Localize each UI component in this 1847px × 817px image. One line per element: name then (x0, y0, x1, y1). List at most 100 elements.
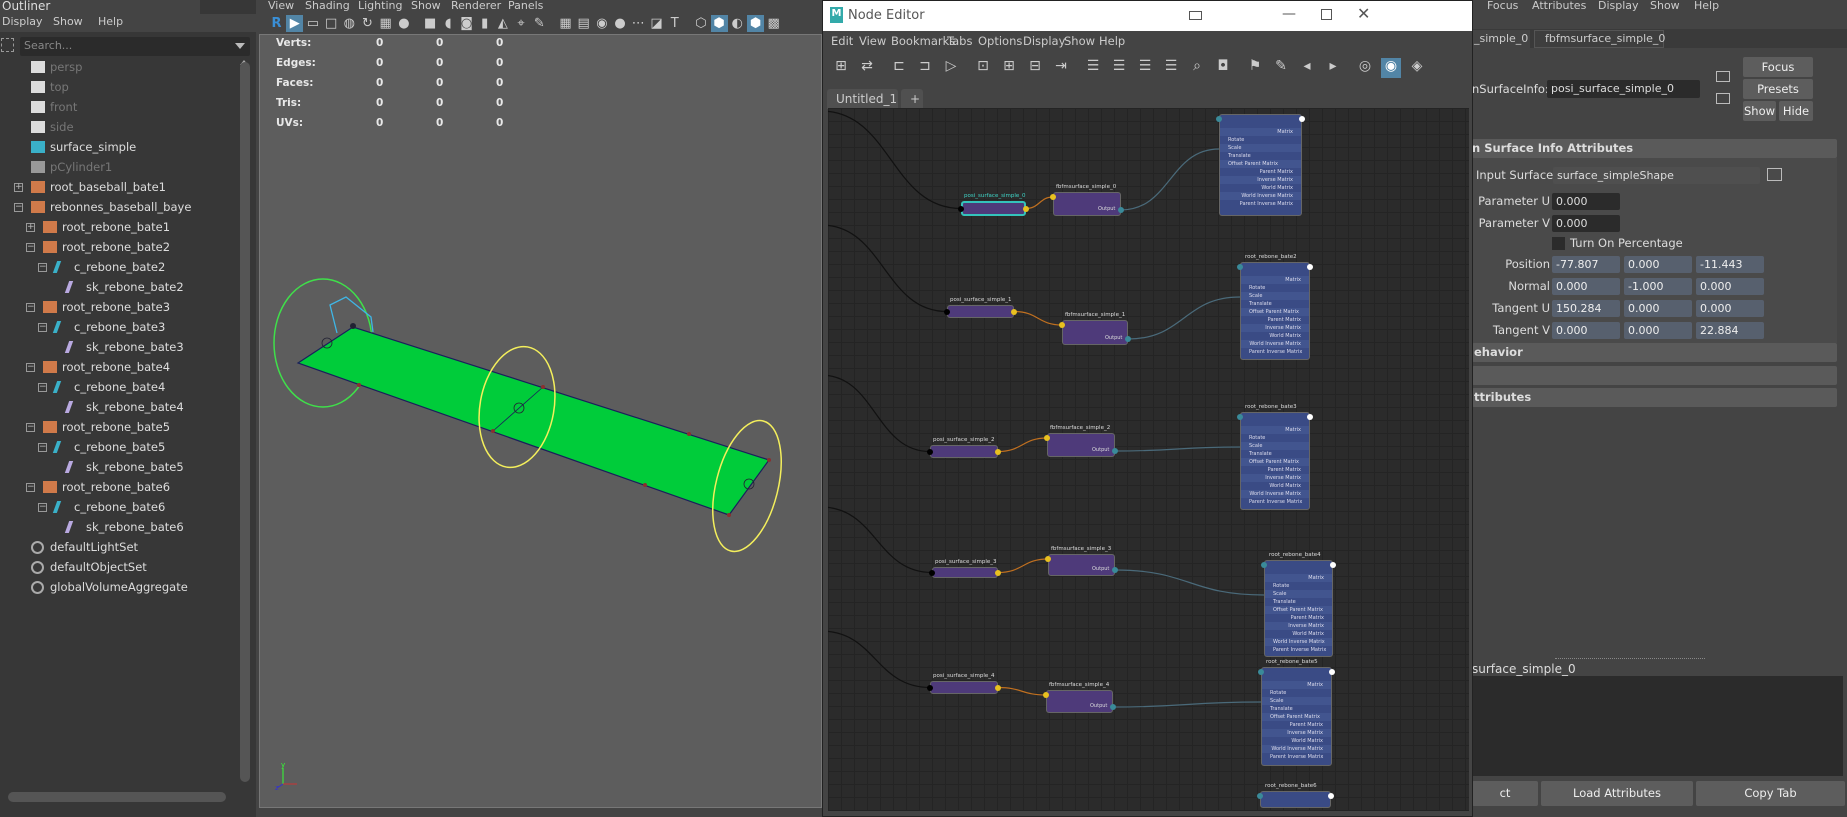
viewport-tool-icon[interactable]: ● (395, 15, 412, 32)
fbfm-node[interactable] (1047, 433, 1115, 457)
node-attribute[interactable]: Rotate (1220, 136, 1301, 144)
collapse-icon[interactable]: − (38, 383, 47, 392)
viewport-tool-icon[interactable]: ◪ (648, 15, 665, 32)
posi-to-fbfm-wire[interactable] (997, 437, 1048, 453)
viewport-tool-icon[interactable]: ⌖ (513, 15, 530, 32)
node-editor-tool-icon[interactable]: ⇥ (1051, 58, 1071, 78)
collapse-icon[interactable]: − (38, 503, 47, 512)
menu-attributes[interactable]: Attributes (1532, 0, 1586, 12)
vector-field[interactable]: 0.000 (1624, 256, 1692, 273)
node-attribute[interactable]: Scale (1241, 292, 1309, 300)
posi-to-fbfm-wire[interactable] (997, 558, 1049, 574)
transform-node[interactable]: Matrix Rotate Scale Translate Offset Parent … (1261, 667, 1332, 766)
node-attribute[interactable]: Inverse Matrix (1241, 324, 1309, 332)
menu-view[interactable]: View (268, 0, 294, 12)
transform-node[interactable] (1260, 791, 1331, 808)
viewport-tool-icon[interactable]: ● (612, 15, 629, 32)
section-collapsed[interactable] (1472, 366, 1837, 385)
viewport-tool-icon[interactable]: ⬢ (710, 15, 728, 32)
input-wire[interactable] (828, 630, 931, 689)
node-editor-titlebar[interactable]: M Node Editor — ✕ (823, 1, 1472, 31)
fbfm-node[interactable] (1053, 192, 1121, 216)
collapse-icon[interactable]: − (26, 363, 35, 372)
menu-panels[interactable]: Panels (508, 0, 543, 12)
node-attribute[interactable]: World Matrix (1265, 630, 1332, 638)
outliner-item[interactable]: persp (50, 57, 82, 77)
menu-help[interactable]: Help (98, 15, 123, 28)
turn-on-percentage-checkbox[interactable] (1552, 237, 1565, 250)
node-attribute[interactable]: Translate (1220, 152, 1301, 160)
maximize-button[interactable] (1321, 9, 1332, 20)
outliner-vertical-scrollbar[interactable] (240, 62, 250, 782)
fbfm-output-port[interactable] (1110, 704, 1116, 710)
posi-to-fbfm-wire[interactable] (1013, 310, 1063, 326)
node-editor-tool-icon[interactable]: ◉ (1381, 58, 1401, 78)
vector-field[interactable]: -11.443 (1696, 256, 1764, 273)
node-attribute[interactable]: Rotate (1262, 689, 1331, 697)
outliner-item[interactable]: side (50, 117, 74, 137)
fbfm-to-root-wire[interactable] (1127, 296, 1241, 340)
expand-icon[interactable]: + (26, 223, 35, 232)
collapse-icon[interactable]: − (26, 483, 35, 492)
posi-node[interactable] (930, 681, 998, 694)
notes-textarea[interactable] (1472, 676, 1843, 776)
outliner-item[interactable]: sk_rebone_bate2 (86, 277, 184, 297)
viewport-tool-icon[interactable]: ⬡ (692, 15, 709, 32)
outliner-item[interactable]: root_rebone_bate6 (62, 477, 170, 497)
node-attribute[interactable]: Rotate (1265, 582, 1332, 590)
outliner-item[interactable]: pCylinder1 (50, 157, 112, 177)
node-attribute[interactable]: World Matrix (1262, 737, 1331, 745)
expand-icon[interactable]: + (14, 183, 23, 192)
node-attribute[interactable]: Parent Matrix (1241, 316, 1309, 324)
menu-show[interactable]: Show (1650, 0, 1680, 12)
fbfm-to-root-wire[interactable] (1120, 148, 1220, 211)
node-attribute[interactable]: Offset Parent Matrix (1220, 160, 1301, 168)
node-attribute[interactable]: Parent Inverse Matrix (1220, 200, 1301, 208)
section-surface-info[interactable]: n Surface Info Attributes (1472, 139, 1837, 158)
chevron-down-icon[interactable] (235, 43, 245, 49)
posi-node[interactable] (947, 305, 1014, 318)
splitter-handle[interactable] (1555, 658, 1705, 659)
node-attribute[interactable]: Matrix (1265, 574, 1332, 582)
node-attribute[interactable]: Translate (1265, 598, 1332, 606)
node-attribute[interactable]: World Matrix (1241, 332, 1309, 340)
node-editor-tool-icon[interactable]: ▷ (941, 58, 961, 78)
node-editor-tool-icon[interactable]: ⌕ (1187, 58, 1207, 78)
outliner-item[interactable]: root_rebone_bate3 (62, 297, 170, 317)
node-editor-tool-icon[interactable]: ⊞ (999, 58, 1019, 78)
posi-to-fbfm-wire[interactable] (997, 686, 1047, 696)
node-attribute[interactable]: Translate (1241, 450, 1309, 458)
vector-field[interactable]: -1.000 (1624, 278, 1692, 295)
outliner-item[interactable]: root_rebone_bate2 (62, 237, 170, 257)
posi-input-port[interactable] (929, 569, 935, 576)
node-attribute[interactable]: Matrix (1241, 426, 1309, 434)
node-editor-tool-icon[interactable]: ⊐ (915, 58, 935, 78)
node-editor-tool-icon[interactable]: ◘ (1213, 58, 1233, 78)
node-attribute[interactable]: Parent Inverse Matrix (1262, 753, 1331, 761)
vector-field[interactable]: 0.000 (1696, 278, 1764, 295)
fbfm-input-port[interactable] (1045, 556, 1051, 562)
node-attribute[interactable]: World Inverse Matrix (1241, 340, 1309, 348)
root-output-port[interactable] (1328, 793, 1334, 799)
node-editor-tool-icon[interactable]: ◈ (1407, 58, 1427, 78)
menu-tabs[interactable]: Tabs (947, 34, 972, 48)
select-filter-icon[interactable] (1, 38, 14, 52)
viewport-tool-icon[interactable]: ◙ (458, 15, 475, 32)
node-attribute[interactable]: Offset Parent Matrix (1262, 713, 1331, 721)
vector-field[interactable]: 150.284 (1552, 300, 1620, 317)
viewport-tool-icon[interactable]: ■ (422, 15, 439, 32)
input-wire[interactable] (828, 506, 933, 574)
node-attribute[interactable]: World Matrix (1241, 482, 1309, 490)
vector-field[interactable]: 0.000 (1624, 322, 1692, 339)
node-attribute[interactable]: World Matrix (1220, 184, 1301, 192)
outliner-item[interactable]: top (50, 77, 69, 97)
node-name-field[interactable]: posi_surface_simple_0 (1547, 80, 1700, 98)
vector-field[interactable]: 22.884 (1696, 322, 1764, 339)
posi-output-port[interactable] (995, 448, 1001, 455)
input-surface-field[interactable]: surface_simpleShape (1553, 167, 1760, 184)
node-editor-tool-icon[interactable]: ☰ (1161, 58, 1181, 78)
input-wire[interactable] (828, 225, 948, 313)
node-attribute[interactable]: Scale (1241, 442, 1309, 450)
node-editor-tool-icon[interactable]: ⊏ (889, 58, 909, 78)
outliner-item[interactable]: sk_rebone_bate4 (86, 397, 184, 417)
